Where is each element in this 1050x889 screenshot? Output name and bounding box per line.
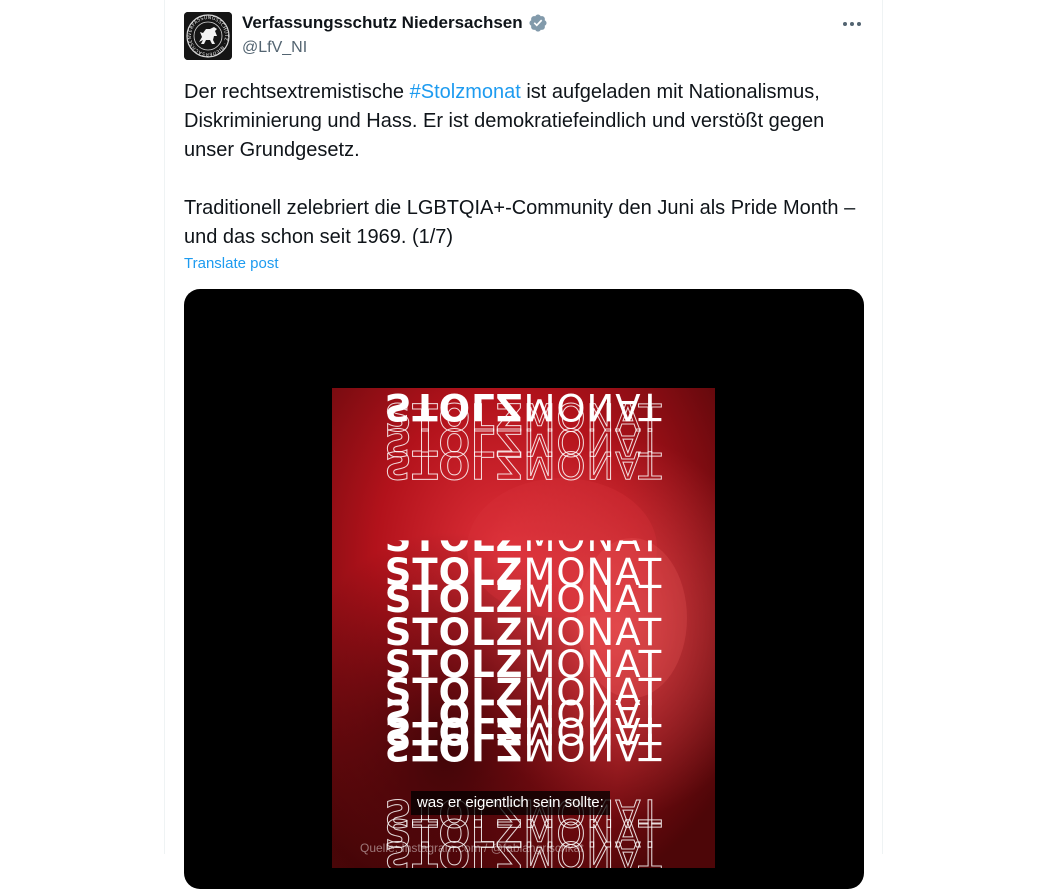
video-frame[interactable]: STOLZMONAT STOLZMONAT STOLZMONAT STOLZMO… [332, 388, 715, 868]
stolzmonat-text-row: STOLZMONAT [332, 725, 715, 768]
hashtag-link[interactable]: #Stolzmonat [410, 81, 521, 103]
tweet-text: Der rechtsextremistische #Stolzmonat ist… [184, 78, 874, 252]
bold-word: STOLZ [384, 725, 524, 768]
tweet-paragraph-1: Der rechtsextremistische #Stolzmonat ist… [184, 78, 874, 165]
avatar[interactable]: VERFASSUNGSSCHUTZ · NIEDERSACHSEN · [184, 12, 232, 60]
verified-badge-icon [529, 14, 547, 32]
thin-word: MONAT [523, 443, 663, 487]
author-handle[interactable]: @LfV_NI [242, 39, 307, 57]
tweet-paragraph-2: Traditionell zelebriert die LGBTQIA+-Com… [184, 197, 856, 248]
thin-word: MONAT [523, 725, 663, 768]
author-display-name[interactable]: Verfassungsschutz Niedersachsen [242, 13, 523, 33]
tweet-text-part: Der rechtsextremistische [184, 81, 410, 103]
bold-word: STOLZ [384, 443, 524, 487]
video-subtitle: was er eigentlich sein sollte: [411, 791, 610, 815]
stolzmonat-text-row: STOLZMONAT [332, 443, 715, 487]
translate-post-link[interactable]: Translate post [184, 255, 279, 272]
more-options-icon [843, 22, 861, 26]
more-options-button[interactable] [838, 12, 866, 36]
video-player[interactable]: STOLZMONAT STOLZMONAT STOLZMONAT STOLZMO… [184, 289, 864, 889]
video-source-credit: Quelle: Instagram.com / @fabiangrischkat [360, 841, 584, 855]
